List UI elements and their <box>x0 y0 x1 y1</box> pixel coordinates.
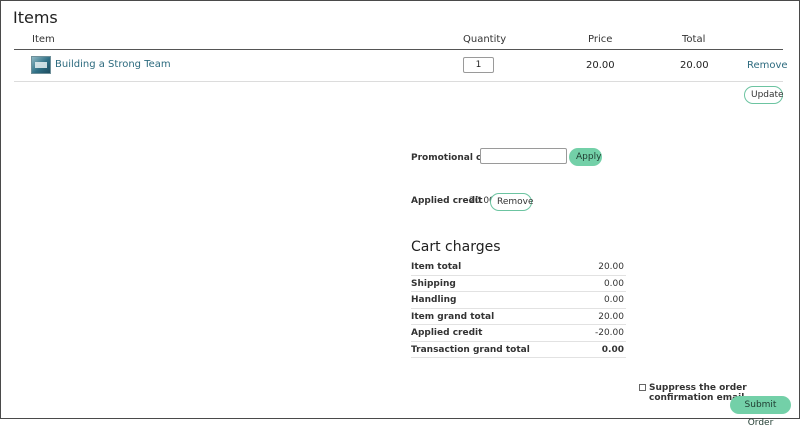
header-total: Total <box>682 34 706 45</box>
header-quantity: Quantity <box>463 34 507 45</box>
header-item: Item <box>32 34 55 45</box>
items-title: Items <box>13 8 58 27</box>
charge-label: Shipping <box>411 278 456 289</box>
charge-value: 0.00 <box>603 295 624 305</box>
table-row: Building a Strong Team 20.00 20.00 Remov… <box>14 50 788 82</box>
cart-charges-table: Item total 20.00 Shipping 0.00 Handling … <box>411 259 626 358</box>
quantity-input[interactable] <box>463 57 494 73</box>
charge-row-handling: Handling 0.00 <box>411 292 626 309</box>
charge-value: -20.00 <box>594 328 624 338</box>
charge-value: 0.00 <box>603 278 624 289</box>
charge-row-applied-credit: Applied credit -20.00 <box>411 325 626 342</box>
charge-value: 20.00 <box>598 262 624 272</box>
charge-label: Transaction grand total <box>411 344 530 355</box>
update-button[interactable]: Update <box>744 86 784 104</box>
charge-row-item-total: Item total 20.00 <box>411 259 626 276</box>
charge-label: Applied credit <box>411 328 483 338</box>
charge-row-transaction-grand-total: Transaction grand total 0.00 <box>411 342 626 358</box>
charge-row-shipping: Shipping 0.00 <box>411 276 626 292</box>
cart-charges-title: Cart charges <box>411 239 501 255</box>
suppress-email-checkbox[interactable] <box>639 384 646 391</box>
item-name-link[interactable]: Building a Strong Team <box>55 59 171 70</box>
header-price: Price <box>588 34 613 45</box>
remove-item-link[interactable]: Remove <box>747 60 788 71</box>
charge-label: Item grand total <box>411 311 495 322</box>
item-price: 20.00 <box>586 60 615 71</box>
charge-row-item-grand-total: Item grand total 20.00 <box>411 309 626 325</box>
order-frame: Items Item Quantity Price Total Building… <box>0 0 800 428</box>
submit-order-button[interactable]: Submit Order <box>730 396 791 428</box>
charge-value: 0.00 <box>601 344 624 355</box>
promo-code-input[interactable] <box>480 148 567 164</box>
charge-label: Item total <box>411 262 462 272</box>
item-total: 20.00 <box>680 60 709 71</box>
charge-value: 20.00 <box>598 311 624 322</box>
items-table-header: Item Quantity Price Total <box>14 28 783 50</box>
book-thumbnail-icon[interactable] <box>31 56 51 74</box>
charge-label: Handling <box>411 295 457 305</box>
remove-credit-button[interactable]: Remove <box>490 193 534 211</box>
apply-button[interactable]: Apply <box>569 148 602 166</box>
